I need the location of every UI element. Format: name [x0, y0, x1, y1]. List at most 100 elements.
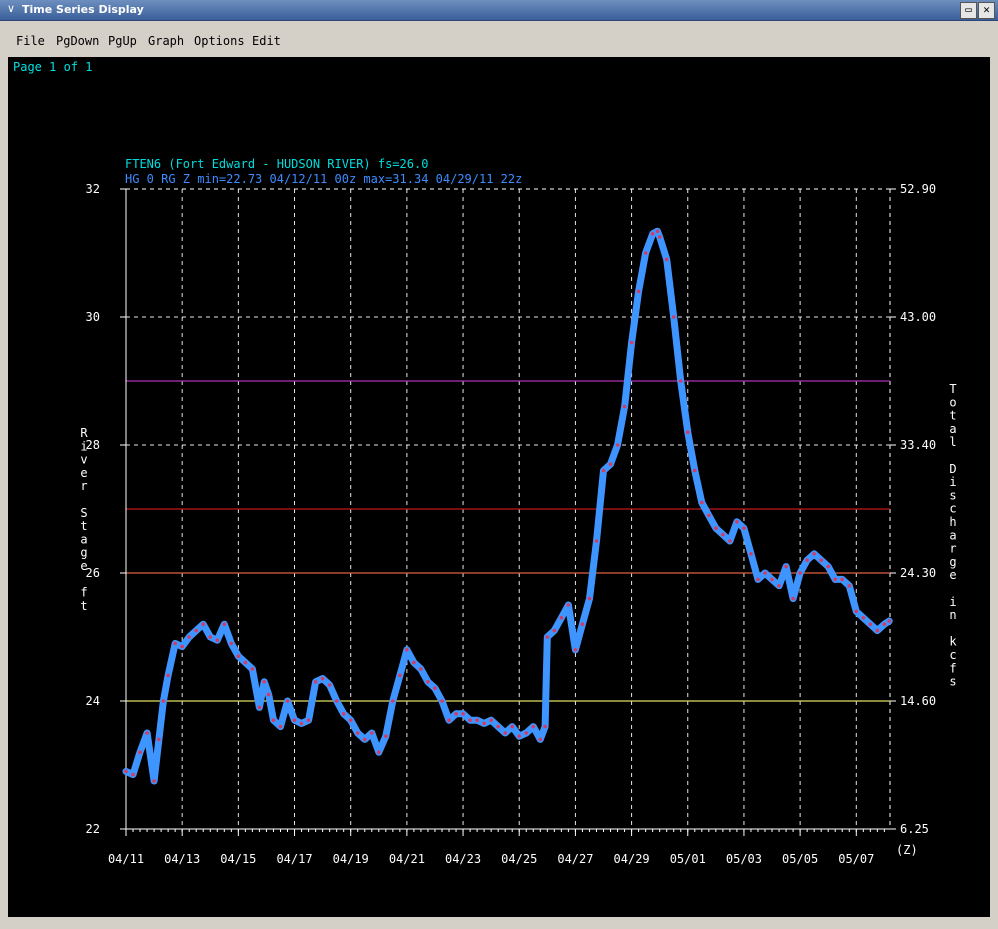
data-point: [138, 750, 142, 754]
data-point: [271, 718, 276, 722]
menu-graph[interactable]: Graph: [148, 34, 184, 48]
data-point: [278, 724, 283, 729]
data-point: [655, 229, 660, 234]
y2-tick-label: 33.40: [900, 438, 936, 452]
x-tick-label: 04/19: [333, 852, 369, 866]
data-point: [313, 680, 318, 684]
data-point: [629, 340, 634, 345]
y2-tick-label: 14.60: [900, 694, 936, 708]
data-point: [503, 731, 507, 735]
data-point: [454, 712, 458, 716]
window-title: Time Series Display: [22, 3, 144, 16]
data-point: [468, 718, 472, 722]
data-point: [847, 584, 852, 588]
data-point: [433, 686, 437, 690]
menu-edit[interactable]: Edit: [252, 34, 281, 48]
menu-pgup[interactable]: PgUp: [108, 34, 137, 48]
data-point: [412, 660, 416, 665]
data-point: [376, 750, 381, 754]
title-bar[interactable]: ∨ Time Series Display ▭ ✕: [0, 0, 998, 21]
data-point: [341, 712, 346, 716]
data-point: [707, 513, 711, 518]
data-point: [756, 577, 760, 582]
plot-area[interactable]: Page 1 of 1 FTEN6 (Fort Edward - HUDSON …: [8, 57, 990, 917]
data-point: [299, 721, 304, 726]
data-point: [826, 564, 831, 569]
data-point: [543, 724, 547, 729]
data-point: [124, 769, 128, 774]
window-menu-icon[interactable]: ∨: [4, 2, 18, 16]
data-point: [489, 718, 493, 722]
x-tick-label: 04/29: [614, 852, 650, 866]
y2-tick-label: 24.30: [900, 566, 936, 580]
data-point: [250, 667, 255, 671]
data-point: [728, 539, 732, 543]
data-point: [622, 404, 627, 409]
data-point: [763, 571, 767, 575]
x-tick-label: 05/05: [782, 852, 818, 866]
y-tick-label: 30: [86, 310, 100, 324]
data-point: [791, 596, 795, 601]
y2-tick-label: 43.00: [900, 310, 936, 324]
x-tick-label: 04/15: [220, 852, 256, 866]
data-point: [678, 379, 683, 383]
data-point: [566, 603, 571, 607]
data-point: [664, 257, 669, 262]
data-point: [531, 724, 536, 729]
data-point: [157, 737, 161, 742]
data-point: [236, 654, 241, 658]
menu-options[interactable]: Options: [194, 34, 245, 48]
menu-bar: File PgDown PgUp Graph Options Edit: [6, 28, 992, 54]
y-tick-label: 26: [86, 566, 100, 580]
data-point: [405, 648, 409, 652]
x-tick-label: 05/03: [726, 852, 762, 866]
data-point: [784, 564, 788, 569]
data-point: [559, 616, 564, 620]
data-point: [166, 673, 170, 678]
menu-pgdown[interactable]: PgDown: [56, 34, 99, 48]
data-point: [257, 705, 262, 710]
data-point: [833, 577, 838, 582]
data-point: [812, 552, 816, 556]
data-point: [266, 692, 271, 697]
x-tick-label: 05/01: [670, 852, 706, 866]
data-point: [229, 641, 234, 646]
y-tick-label: 24: [86, 694, 100, 708]
data-point: [161, 699, 166, 703]
data-point: [573, 648, 578, 652]
data-point: [524, 731, 529, 735]
chart-axes: [120, 188, 896, 836]
close-button[interactable]: ✕: [978, 2, 995, 19]
data-point: [657, 235, 662, 239]
data-point: [840, 577, 845, 582]
data-point: [552, 628, 557, 633]
chart-header-station: FTEN6 (Fort Edward - HUDSON RIVER) fs=26…: [125, 157, 428, 171]
menu-file[interactable]: File: [16, 34, 45, 48]
data-point: [222, 622, 227, 626]
data-point: [615, 443, 620, 447]
data-point: [714, 526, 718, 530]
x-tick-label: 04/21: [389, 852, 425, 866]
data-point: [369, 731, 374, 735]
data-point: [194, 628, 199, 633]
time-series-chart[interactable]: FTEN6 (Fort Edward - HUDSON RIVER) fs=26…: [8, 57, 990, 917]
data-point: [362, 737, 367, 742]
data-point: [306, 718, 311, 722]
data-point: [685, 430, 690, 435]
data-point: [721, 532, 725, 537]
minimize-button[interactable]: ▭: [960, 2, 977, 19]
data-point: [292, 718, 297, 722]
window-frame-right: [990, 57, 998, 917]
data-point: [384, 734, 388, 738]
y-tick-label: 28: [86, 438, 100, 452]
data-point: [875, 628, 880, 633]
time-series-window: ∨ Time Series Display ▭ ✕ File PgDown Pg…: [0, 0, 998, 929]
data-point: [608, 462, 613, 467]
data-point: [391, 699, 395, 703]
data-point: [545, 635, 550, 639]
data-point: [187, 635, 191, 639]
data-point: [440, 699, 444, 703]
y2-axis-label: Total Discharge in kcfs: [949, 382, 957, 689]
data-point: [475, 718, 479, 722]
chart-header-stats: HG 0 RG Z min=22.73 04/12/11 00z max=31.…: [125, 172, 522, 186]
